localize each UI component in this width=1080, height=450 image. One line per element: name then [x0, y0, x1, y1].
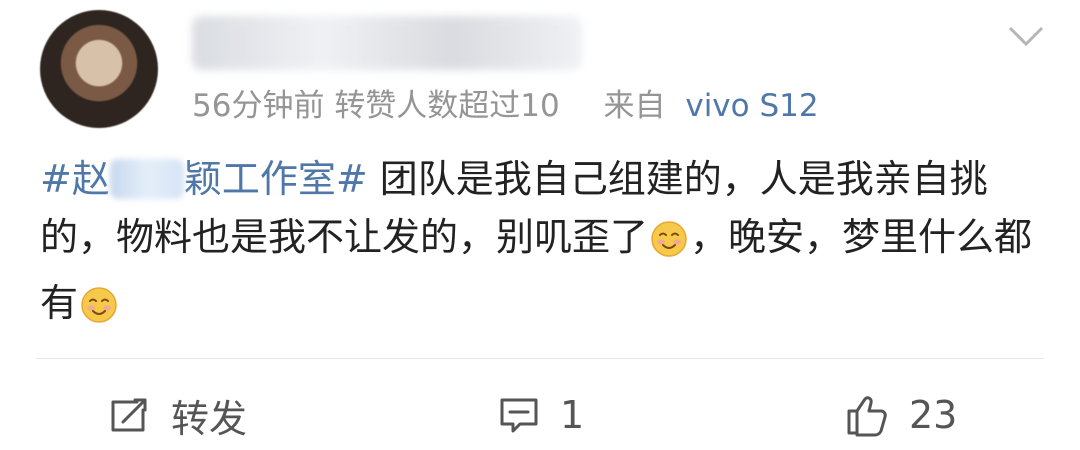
repost-threshold-note: 转赞人数超过10 — [334, 88, 560, 124]
device-source-link[interactable]: vivo S12 — [685, 88, 818, 124]
repost-button[interactable]: 转发 — [107, 390, 248, 441]
hashtag-suffix: 颖工作室# — [183, 157, 368, 201]
smiling-emoji-icon — [80, 282, 118, 340]
smiling-emoji-icon — [650, 216, 688, 274]
hashtag-link[interactable]: #赵 颖工作室# — [40, 157, 380, 201]
like-count: 23 — [909, 393, 958, 437]
username-blurred[interactable] — [192, 16, 582, 70]
comment-icon — [496, 392, 542, 438]
blurred-name — [109, 159, 184, 199]
comment-count: 1 — [560, 393, 585, 437]
like-button[interactable]: 23 — [843, 390, 957, 440]
repost-label: 转发 — [171, 396, 248, 441]
post-meta: 56分钟前 转赞人数超过10 来自 vivo S12 — [192, 80, 819, 125]
comment-button[interactable]: 1 — [496, 390, 584, 440]
post-time: 56分钟前 — [192, 88, 325, 124]
avatar[interactable] — [40, 10, 158, 128]
chevron-down-icon[interactable] — [1004, 18, 1048, 52]
source-prefix: 来自 — [603, 88, 666, 124]
post-content: #赵 颖工作室# 团队是我自己组建的，人是我亲自挑的，物料也是我不让发的，别叽歪了… — [40, 150, 1040, 340]
thumbs-up-icon — [843, 391, 891, 439]
repost-icon — [107, 392, 153, 438]
divider — [36, 358, 1044, 359]
hashtag-prefix: #赵 — [40, 157, 110, 201]
